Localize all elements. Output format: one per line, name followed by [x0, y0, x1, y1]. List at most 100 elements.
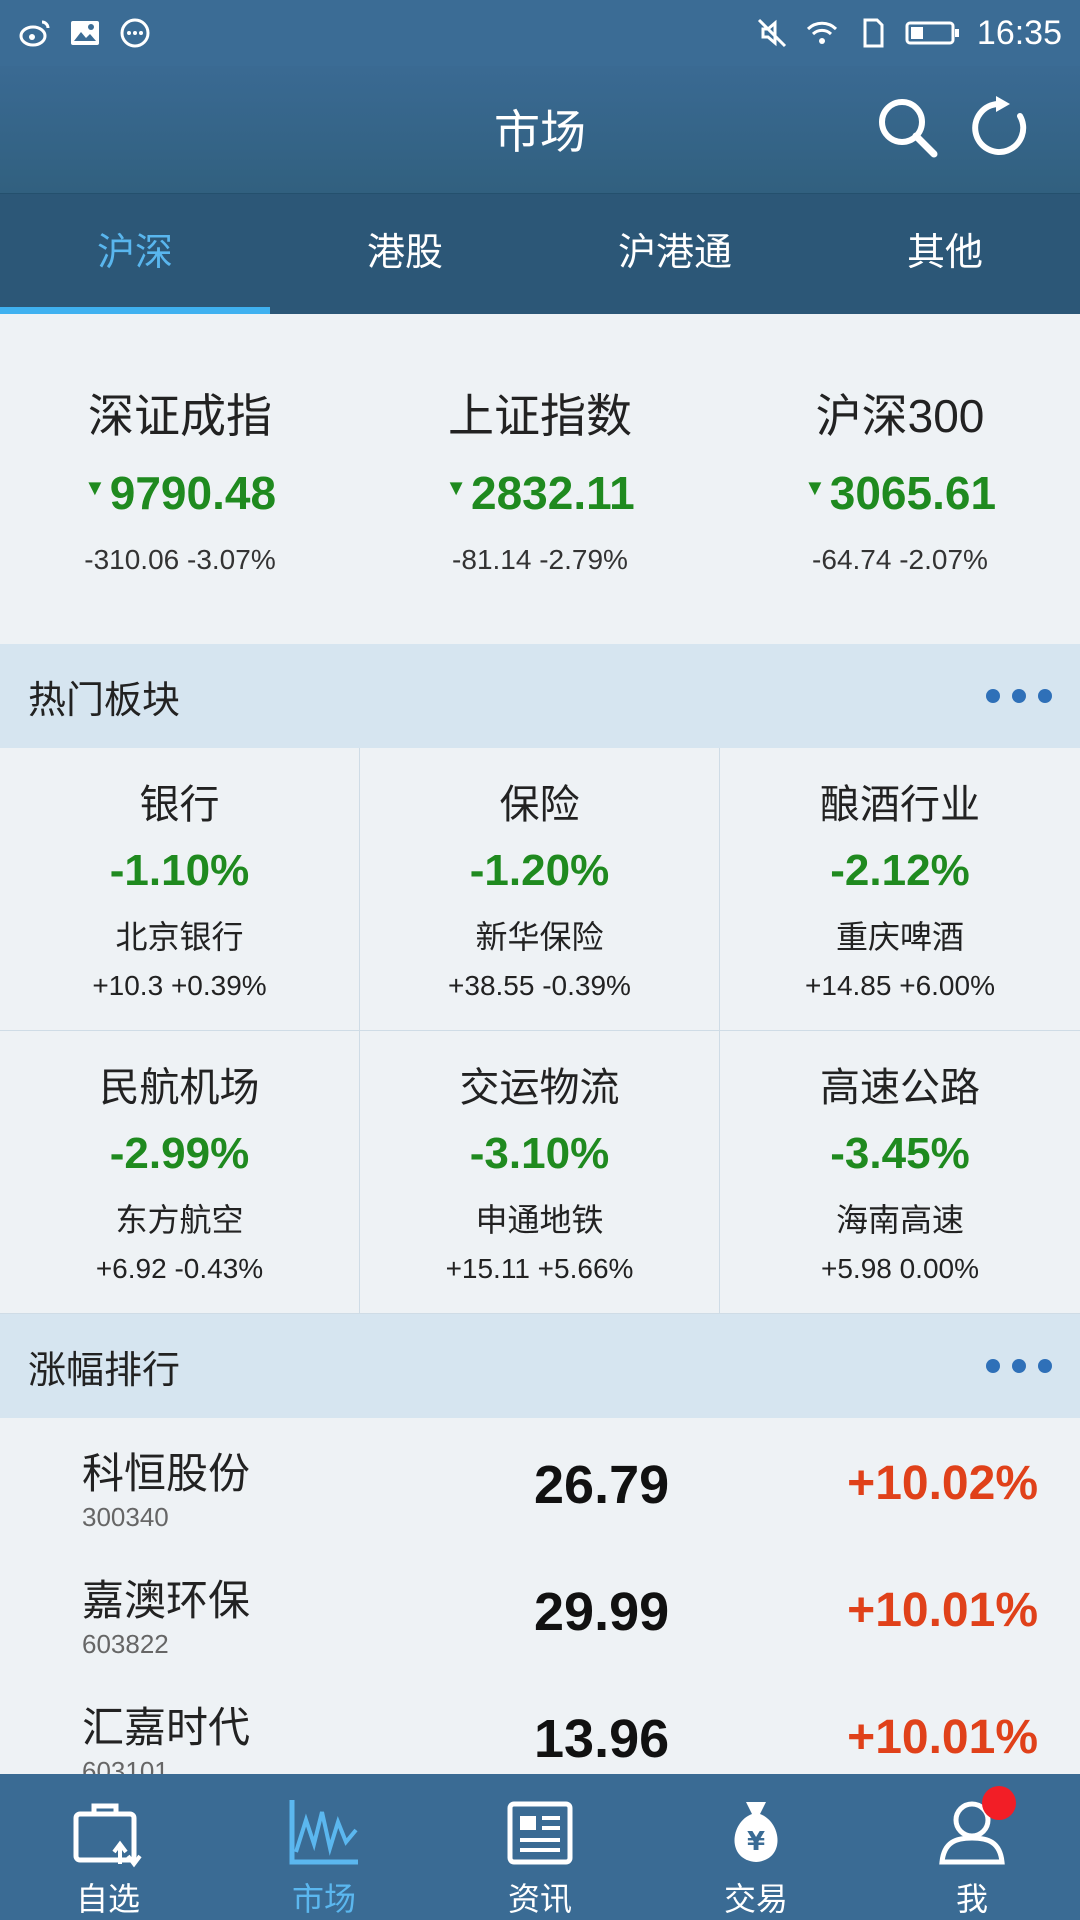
down-arrow-icon: ▼: [83, 475, 106, 500]
index-change: -310.06 -3.07%: [84, 544, 276, 575]
index-card[interactable]: 深证成指 ▼9790.48 -310.06 -3.07%: [0, 314, 360, 644]
index-value: 3065.61: [829, 467, 997, 519]
sector-cell[interactable]: 保险 -1.20% 新华保险 +38.55 -0.39%: [360, 748, 720, 1031]
tab-shhk-connect[interactable]: 沪港通: [540, 194, 810, 314]
wifi-icon: [805, 16, 839, 50]
sector-name: 酿酒行业: [820, 783, 980, 827]
list-item[interactable]: 汇嘉时代 603101 13.96 +10.01%: [0, 1672, 1080, 1774]
sector-pct: -2.12%: [830, 846, 970, 895]
sector-name: 民航机场: [99, 1066, 260, 1110]
tab-hk[interactable]: 港股: [270, 194, 540, 314]
hot-sectors-header[interactable]: 热门板块: [0, 644, 1080, 748]
index-value-row: ▼2832.11: [360, 466, 720, 520]
index-change: -64.74 -2.07%: [812, 544, 988, 575]
index-value-row: ▼3065.61: [720, 466, 1080, 520]
bottom-nav: 自选 市场 资讯 ¥ 交易 我: [0, 1774, 1080, 1920]
nav-label: 资讯: [507, 1881, 572, 1917]
briefcase-icon: [73, 1803, 142, 1868]
sector-pct: -3.10%: [469, 1129, 610, 1178]
nav-label: 我: [955, 1881, 988, 1917]
nav-market[interactable]: 市场: [216, 1774, 432, 1920]
index-card[interactable]: 上证指数 ▼2832.11 -81.14 -2.79%: [360, 314, 720, 644]
sector-leader: 东方航空: [115, 1202, 244, 1238]
image-icon: [68, 16, 102, 50]
status-bar: 16:35: [0, 0, 1080, 66]
sector-cell[interactable]: 民航机场 -2.99% 东方航空 +6.92 -0.43%: [0, 1031, 360, 1314]
sector-leader-change: +15.11 +5.66%: [445, 1253, 634, 1284]
newspaper-icon: [507, 1801, 573, 1865]
more-notification-icon: [118, 16, 152, 50]
stock-price: 29.99: [534, 1582, 670, 1642]
list-item[interactable]: 嘉澳环保 603822 29.99 +10.01%: [0, 1545, 1080, 1672]
stock-name: 嘉澳环保: [82, 1577, 251, 1624]
sector-cell[interactable]: 交运物流 -3.10% 申通地铁 +15.11 +5.66%: [360, 1031, 720, 1314]
nav-label: 市场: [291, 1881, 356, 1917]
more-icon[interactable]: [986, 689, 1052, 703]
stock-pct: +10.01%: [847, 1584, 1038, 1637]
sector-name: 银行: [139, 783, 220, 827]
app-header: 市场: [0, 66, 1080, 194]
section-title: 涨幅排行: [28, 1349, 181, 1392]
stock-code: 603101: [82, 1756, 169, 1774]
section-title: 热门板块: [28, 679, 181, 722]
sector-leader: 北京银行: [115, 919, 244, 955]
stock-pct: +10.01%: [847, 1711, 1038, 1764]
index-summary: 深证成指 ▼9790.48 -310.06 -3.07% 上证指数 ▼2832.…: [0, 314, 1080, 644]
sector-cell[interactable]: 银行 -1.10% 北京银行 +10.3 +0.39%: [0, 748, 360, 1031]
sector-leader: 海南高速: [835, 1202, 964, 1238]
notification-badge: [982, 1786, 1016, 1820]
market-tabs: 沪深 港股 沪港通 其他: [0, 194, 1080, 314]
mute-icon: [755, 16, 789, 50]
stock-name: 汇嘉时代: [82, 1704, 251, 1751]
gainers-header[interactable]: 涨幅排行: [0, 1314, 1080, 1418]
sector-cell[interactable]: 酿酒行业 -2.12% 重庆啤酒 +14.85 +6.00%: [720, 748, 1080, 1031]
refresh-icon[interactable]: [970, 94, 1036, 160]
sector-leader-change: +5.98 0.00%: [820, 1253, 980, 1284]
nav-trade[interactable]: ¥ 交易: [648, 1774, 864, 1920]
money-bag-icon: ¥: [734, 1802, 778, 1862]
nav-label: 自选: [75, 1881, 140, 1917]
index-name: 上证指数: [448, 390, 632, 442]
hot-sectors-grid: 银行 -1.10% 北京银行 +10.3 +0.39% 保险 -1.20% 新华…: [0, 748, 1080, 1314]
tab-hushen[interactable]: 沪深: [0, 194, 270, 314]
nav-me[interactable]: 我: [864, 1774, 1080, 1920]
down-arrow-icon: ▼: [803, 475, 826, 500]
sector-leader: 重庆啤酒: [835, 919, 964, 955]
down-arrow-icon: ▼: [445, 475, 468, 500]
sector-cell[interactable]: 高速公路 -3.45% 海南高速 +5.98 0.00%: [720, 1031, 1080, 1314]
status-time: 16:35: [976, 13, 1062, 52]
sector-name: 保险: [499, 783, 580, 827]
sector-leader: 新华保险: [475, 919, 604, 955]
sector-leader-change: +10.3 +0.39%: [92, 970, 267, 1001]
more-icon[interactable]: [986, 1359, 1052, 1373]
svg-text:¥: ¥: [747, 1827, 765, 1857]
nav-watchlist[interactable]: 自选: [0, 1774, 216, 1920]
stock-code: 603822: [82, 1629, 169, 1659]
stock-price: 13.96: [534, 1709, 670, 1769]
sector-leader-change: +6.92 -0.43%: [95, 1253, 264, 1284]
search-icon[interactable]: [874, 94, 940, 160]
stock-code: 300340: [82, 1502, 169, 1532]
gainers-list: 科恒股份 300340 26.79 +10.02% 嘉澳环保 603822 29…: [0, 1418, 1080, 1774]
battery-icon: [905, 16, 961, 50]
index-value: 2832.11: [471, 467, 635, 519]
stock-name: 科恒股份: [82, 1450, 251, 1497]
chart-icon: [289, 1800, 358, 1865]
sector-name: 交运物流: [459, 1066, 620, 1110]
sector-leader-change: +38.55 -0.39%: [448, 970, 631, 1001]
tab-other[interactable]: 其他: [810, 194, 1080, 314]
sector-pct: -3.45%: [830, 1129, 970, 1178]
stock-pct: +10.02%: [847, 1457, 1038, 1510]
index-card[interactable]: 沪深300 ▼3065.61 -64.74 -2.07%: [720, 314, 1080, 644]
sector-pct: -2.99%: [109, 1129, 250, 1178]
sector-pct: -1.20%: [469, 846, 610, 895]
sim-icon: [855, 16, 889, 50]
sector-leader: 申通地铁: [475, 1202, 604, 1238]
weibo-icon: [18, 16, 52, 50]
sector-name: 高速公路: [820, 1066, 980, 1110]
nav-news[interactable]: 资讯: [432, 1774, 648, 1920]
index-value-row: ▼9790.48: [0, 466, 360, 520]
nav-label: 交易: [723, 1881, 788, 1917]
list-item[interactable]: 科恒股份 300340 26.79 +10.02%: [0, 1418, 1080, 1545]
index-name: 沪深300: [815, 390, 985, 442]
